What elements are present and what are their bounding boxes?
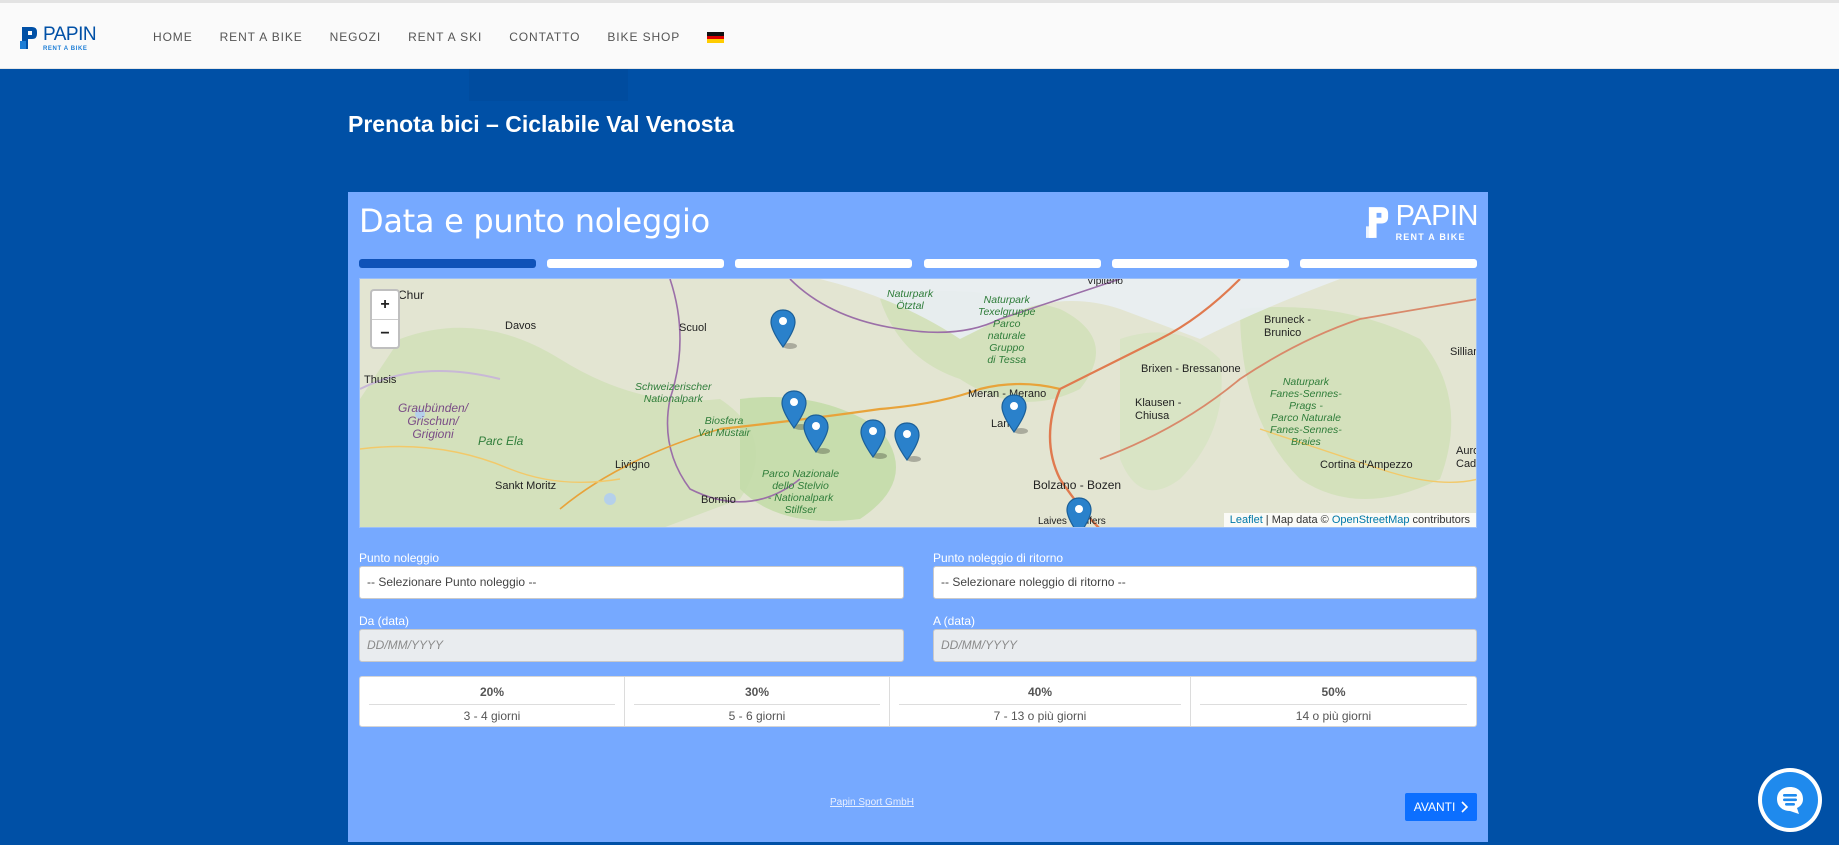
chat-bubble bbox=[1762, 772, 1818, 828]
map-label-auronzo: Auron Cado bbox=[1456, 445, 1477, 470]
discount-cell: 30% 5 - 6 giorni bbox=[625, 677, 890, 726]
company-link[interactable]: Papin Sport GmbH bbox=[830, 797, 914, 808]
rental-points-map[interactable]: Chur Davos Scuol Thusis Graubünden/ Gris… bbox=[359, 278, 1477, 528]
leaflet-link[interactable]: Leaflet bbox=[1230, 514, 1263, 526]
german-flag-icon[interactable] bbox=[707, 32, 725, 44]
map-label-brixen: Brixen - Bressanone bbox=[1141, 363, 1241, 375]
return-label: Punto noleggio di ritorno bbox=[933, 551, 1064, 565]
nav-bike-shop[interactable]: BIKE SHOP bbox=[607, 30, 680, 44]
map-marker-icon[interactable] bbox=[860, 419, 888, 459]
to-date-input[interactable]: DD/MM/YYYY bbox=[933, 629, 1477, 662]
divider bbox=[634, 704, 880, 705]
map-label-schweizerischer: Schweizerischer Nationalpark bbox=[635, 381, 712, 405]
pickup-select[interactable]: -- Selezionare Punto noleggio -- bbox=[359, 566, 904, 599]
map-zoom-control: + − bbox=[370, 289, 400, 349]
from-date-input[interactable]: DD/MM/YYYY bbox=[359, 629, 904, 662]
discount-cell: 40% 7 - 13 o più giorni bbox=[890, 677, 1191, 726]
discount-percent: 20% bbox=[479, 685, 505, 699]
map-label-texelgruppe: Naturpark Texelgruppe Parco naturale Gru… bbox=[978, 294, 1036, 366]
pickup-label: Punto noleggio bbox=[359, 551, 440, 565]
step-1[interactable] bbox=[359, 259, 536, 268]
booking-panel: Data e punto noleggio PAPIN RENT A BIKE bbox=[348, 192, 1488, 842]
map-label-sankt-moritz: Sankt Moritz bbox=[495, 480, 557, 492]
zoom-out-button[interactable]: − bbox=[372, 319, 398, 347]
map-marker-icon[interactable] bbox=[894, 422, 922, 462]
map-marker-icon[interactable] bbox=[803, 414, 831, 454]
return-select[interactable]: -- Selezionare noleggio di ritorno -- bbox=[933, 566, 1477, 599]
panel-title: Data e punto noleggio bbox=[359, 202, 710, 240]
map-label-bruneck: Bruneck - Brunico bbox=[1264, 314, 1312, 339]
map-label-bormio: Bormio bbox=[701, 494, 736, 506]
chevron-right-icon bbox=[1461, 801, 1469, 813]
discount-days: 5 - 6 giorni bbox=[728, 709, 786, 723]
map-label-livigno: Livigno bbox=[615, 459, 650, 471]
nav-contatto[interactable]: CONTATTO bbox=[509, 30, 580, 44]
map-label-stelvio: Parco Nazionale dello Stelvio - National… bbox=[762, 468, 840, 516]
map-label-biosfera: Biosfera Val Müstair bbox=[698, 415, 751, 439]
divider bbox=[899, 704, 1181, 705]
map-label-sillian: Sillian bbox=[1450, 346, 1477, 358]
map-marker-icon[interactable] bbox=[1066, 497, 1094, 528]
nav-rent-a-bike[interactable]: RENT A BIKE bbox=[220, 30, 303, 44]
nav-rent-a-ski[interactable]: RENT A SKI bbox=[408, 30, 482, 44]
attribution-text: | Map data © bbox=[1262, 514, 1332, 526]
step-2[interactable] bbox=[547, 259, 725, 268]
main-nav: HOME RENT A BIKE NEGOZI RENT A SKI CONTA… bbox=[153, 30, 725, 44]
map-label-scuol: Scuol bbox=[679, 322, 707, 334]
map-label-parc-ela: Parc Ela bbox=[478, 434, 524, 448]
nav-dropdown-shadow bbox=[469, 69, 628, 101]
map-label-thusis: Thusis bbox=[364, 374, 397, 386]
papin-logo-icon bbox=[20, 27, 37, 49]
map-label-davos: Davos bbox=[505, 320, 537, 332]
papin-logo[interactable]: PAPIN RENT A BIKE bbox=[20, 23, 98, 53]
divider bbox=[369, 704, 615, 705]
panel-logo-name: PAPIN bbox=[1395, 200, 1479, 232]
logo-name: PAPIN bbox=[43, 23, 97, 45]
logo-tagline: RENT A BIKE bbox=[43, 45, 88, 52]
map-label-cortina: Cortina d'Ampezzo bbox=[1320, 459, 1413, 471]
map-marker-icon[interactable] bbox=[770, 309, 798, 349]
nav-negozi[interactable]: NEGOZI bbox=[330, 30, 381, 44]
map-attribution: Leaflet | Map data © OpenStreetMap contr… bbox=[1223, 513, 1476, 527]
page-title: Prenota bici – Ciclabile Val Venosta bbox=[348, 111, 735, 137]
papin-logo-icon bbox=[1365, 206, 1388, 238]
discount-cell: 20% 3 - 4 giorni bbox=[360, 677, 625, 726]
map-label-fanes: Naturpark Fanes-Sennes- Prags - Parco Na… bbox=[1270, 376, 1342, 448]
map-label-klausen: Klausen - Chiusa bbox=[1135, 397, 1182, 422]
discount-days: 3 - 4 giorni bbox=[463, 709, 521, 723]
chat-widget-button[interactable] bbox=[1758, 768, 1822, 832]
step-progress bbox=[359, 259, 1477, 268]
nav-home[interactable]: HOME bbox=[153, 30, 193, 44]
step-6[interactable] bbox=[1299, 259, 1477, 268]
step-5[interactable] bbox=[1111, 259, 1289, 268]
from-date-label: Da (data) bbox=[359, 614, 410, 628]
zoom-in-button[interactable]: + bbox=[372, 291, 398, 319]
map-label-chur: Chur bbox=[398, 288, 425, 302]
attribution-tail: contributors bbox=[1409, 514, 1470, 526]
divider bbox=[1200, 704, 1467, 705]
discount-days: 7 - 13 o più giorni bbox=[993, 709, 1087, 723]
next-button-label: AVANTI bbox=[1413, 800, 1456, 814]
discounts-table: 20% 3 - 4 giorni 30% 5 - 6 giorni 40% 7 … bbox=[359, 676, 1477, 727]
panel-logo-tagline: RENT A BIKE bbox=[1395, 232, 1466, 242]
discount-days: 14 o più giorni bbox=[1295, 709, 1372, 723]
next-button[interactable]: AVANTI bbox=[1405, 793, 1477, 821]
discount-percent: 40% bbox=[1027, 685, 1053, 699]
map-label-naturpark-otztal: Naturpark Ötztal bbox=[887, 288, 934, 312]
to-date-label: A (data) bbox=[933, 614, 976, 628]
step-3[interactable] bbox=[735, 259, 913, 268]
discount-percent: 50% bbox=[1321, 685, 1346, 699]
step-4[interactable] bbox=[923, 259, 1101, 268]
map-marker-icon[interactable] bbox=[1001, 394, 1029, 434]
discount-cell: 50% 14 o più giorni bbox=[1191, 677, 1476, 726]
map-label-bolzano: Bolzano - Bozen bbox=[1033, 478, 1122, 492]
map-label-vipiteno: Vipiteno bbox=[1087, 278, 1123, 287]
panel-logo: PAPIN RENT A BIKE bbox=[1365, 200, 1479, 242]
discount-percent: 30% bbox=[744, 685, 770, 699]
top-navbar: PAPIN RENT A BIKE HOME RENT A BIKE NEGOZ… bbox=[0, 0, 1839, 69]
chat-icon bbox=[1777, 787, 1803, 814]
openstreetmap-link[interactable]: OpenStreetMap bbox=[1332, 514, 1410, 526]
map-label-graubunden: Graubünden/ Grischun/ Grigioni bbox=[398, 401, 469, 441]
